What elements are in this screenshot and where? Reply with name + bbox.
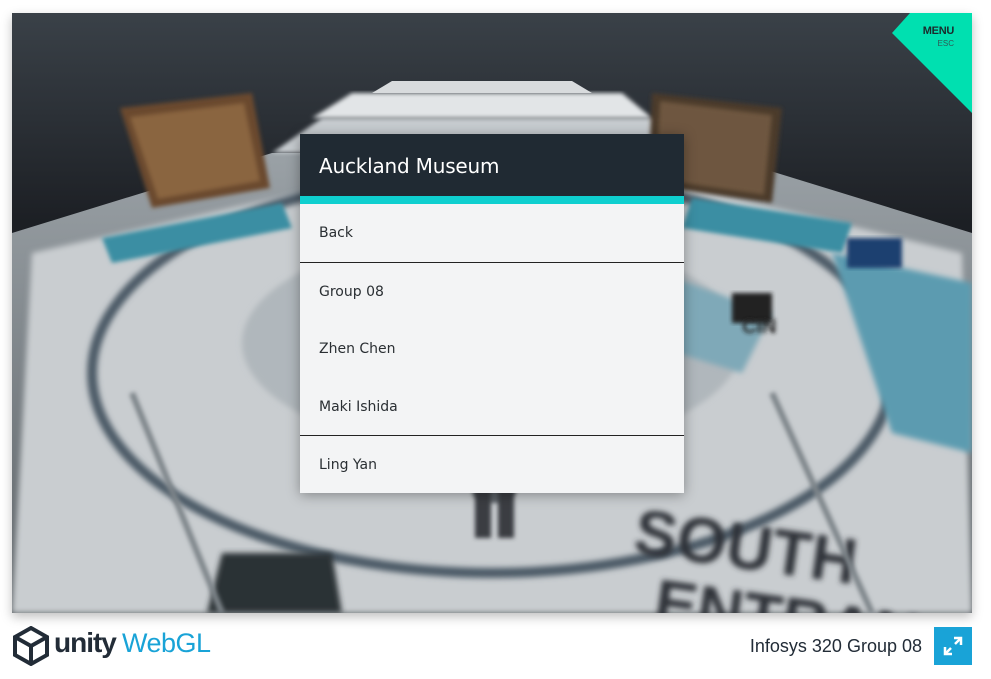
list-item-member[interactable]: Zhen Chen — [300, 320, 684, 378]
list-item-member[interactable]: Maki Ishida — [300, 378, 684, 436]
list-item-label: Ling Yan — [319, 457, 377, 473]
svg-text:CIN: CIN — [742, 316, 776, 338]
list-item-group[interactable]: Group 08 — [300, 263, 684, 321]
webgl-wordmark: WebGL — [122, 628, 211, 658]
back-button[interactable]: Back — [300, 204, 684, 262]
build-title: Infosys 320 Group 08 — [749, 636, 922, 656]
menu-shortcut-label: ESC — [937, 39, 954, 48]
menu-label: MENU — [922, 25, 955, 37]
list-item-label: Maki Ishida — [319, 398, 398, 415]
dialog-header: Auckland Museum — [300, 134, 684, 196]
list-item-label: Zhen Chen — [319, 341, 396, 357]
fullscreen-button[interactable] — [934, 627, 972, 665]
dialog-accent-bar — [300, 196, 684, 204]
unity-webgl-page: CIN SOUTH ENTRAN MENU ESC — [0, 0, 991, 679]
menu-button[interactable]: MENU ESC — [892, 13, 972, 113]
game-canvas[interactable]: CIN SOUTH ENTRAN MENU ESC — [12, 13, 972, 613]
fullscreen-icon — [943, 636, 963, 656]
list-item-label: Group 08 — [319, 283, 384, 300]
dialog-body: Back Group 08 Zhen Chen Maki Ishida Ling… — [300, 204, 684, 493]
webgl-footer: unity WebGL Infosys 320 Group 08 — [12, 622, 972, 672]
info-dialog: Auckland Museum Back Group 08 Zhen Chen … — [300, 134, 684, 493]
back-button-label: Back — [319, 225, 353, 241]
list-item-member[interactable]: Ling Yan — [300, 436, 684, 494]
unity-wordmark: unity — [54, 627, 117, 658]
dialog-title: Auckland Museum — [319, 154, 500, 178]
unity-logo-icon — [13, 626, 49, 666]
